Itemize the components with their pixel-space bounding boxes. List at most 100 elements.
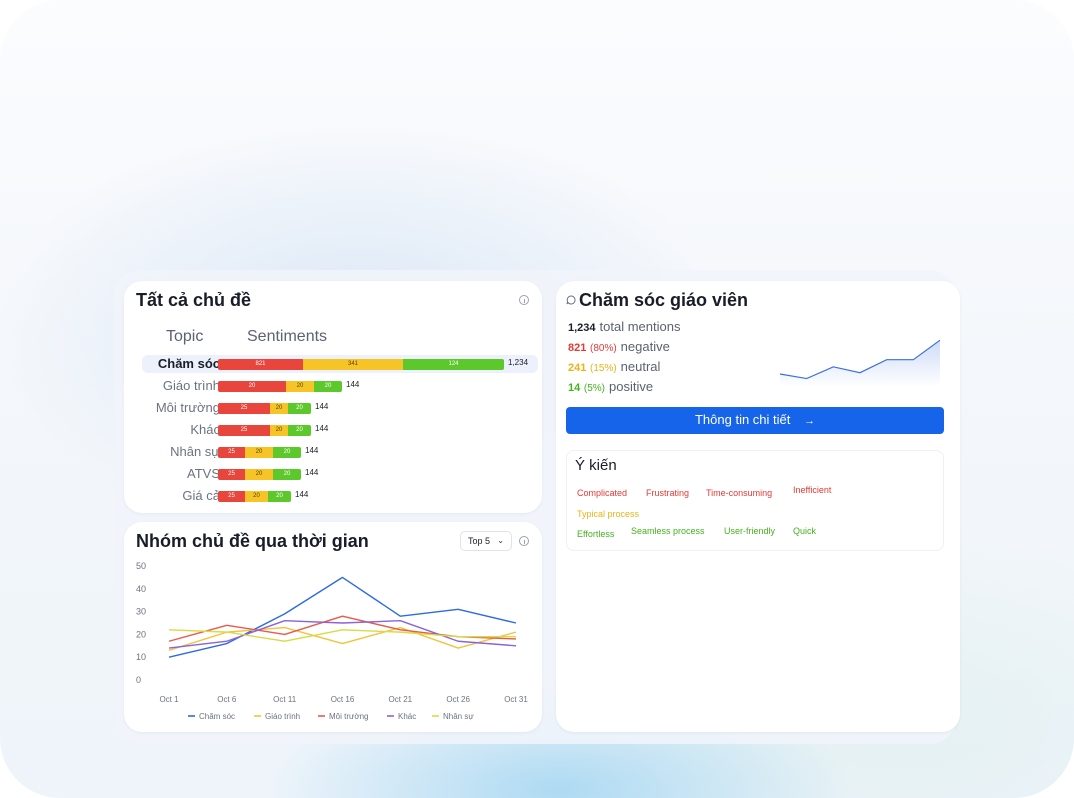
- total-mentions-value: 1,234: [568, 322, 596, 334]
- topic-total: 144: [305, 446, 319, 455]
- x-tick-label: Oct 26: [446, 695, 470, 704]
- y-tick-label: 40: [136, 584, 146, 594]
- mentions-sparkline: [779, 339, 941, 387]
- positive-value: 14: [568, 382, 581, 394]
- view-details-button[interactable]: Thông tin chi tiết →: [566, 407, 944, 434]
- x-tick-label: Oct 6: [217, 695, 237, 704]
- positive-percent: (5%): [583, 383, 605, 394]
- sentiment-segment-neutral: 341: [303, 359, 403, 370]
- topic-row[interactable]: ATVS 25 20 20 144: [142, 465, 538, 483]
- positive-stat: 14 (5%) positive: [568, 379, 653, 394]
- info-icon[interactable]: [519, 295, 529, 305]
- series-line-0: [168, 576, 517, 658]
- series-line-2: [168, 615, 517, 642]
- trend-card: Nhóm chủ đề qua thời gian Top 5 ⌄ 0 10 20 3…: [124, 522, 542, 732]
- opinion-tag-negative[interactable]: Inefficient: [793, 485, 831, 495]
- topic-label: Môi trường: [155, 400, 220, 415]
- negative-stat: 821 (80%) negative: [568, 339, 670, 354]
- sentiment-segment-negative: 821: [218, 359, 303, 370]
- sentiment-segment-negative: 25: [218, 403, 270, 414]
- sentiment-bar: 25 20 20: [218, 491, 291, 502]
- legend-label[interactable]: Giáo trình: [265, 712, 300, 721]
- sparkline-area: [780, 340, 940, 387]
- topics-card-title: Tất cả chủ đề: [136, 290, 252, 310]
- trend-line-chart: 0 10 20 30 40 50 Oct 1 Oct 6 Oct 11 Oct 16 Oct 21 O…: [136, 561, 528, 721]
- neutral-label: neutral: [620, 359, 661, 374]
- opinion-tag-positive[interactable]: Quick: [793, 526, 816, 536]
- sentiment-segment-positive: 20: [288, 425, 311, 436]
- neutral-stat: 241 (15%) neutral: [568, 359, 660, 374]
- sentiment-bar: 821 341 124: [218, 359, 504, 370]
- topic-total: 144: [315, 402, 329, 411]
- topic-total: 144: [346, 380, 360, 389]
- x-tick-label: Oct 11: [273, 695, 297, 704]
- opinion-tag-positive[interactable]: Effortless: [577, 529, 614, 539]
- neutral-value: 241: [568, 362, 587, 374]
- x-tick-label: Oct 31: [504, 695, 528, 704]
- opinions-title: Ý kiến: [575, 457, 617, 474]
- sentiment-segment-positive: 20: [288, 403, 311, 414]
- sentiment-segment-negative: 20: [218, 381, 286, 392]
- opinion-tag-positive[interactable]: Seamless process: [631, 526, 705, 536]
- sentiment-segment-positive: 20: [314, 381, 342, 392]
- negative-value: 821: [568, 342, 587, 354]
- topic-row[interactable]: Khác 25 20 20 144: [142, 421, 538, 439]
- topic-total: 144: [305, 468, 319, 477]
- sentiment-segment-neutral: 20: [245, 469, 273, 480]
- view-details-label: Thông tin chi tiết: [694, 412, 791, 427]
- topic-row[interactable]: Nhân sự 25 20 20 144: [142, 443, 538, 461]
- topic-row[interactable]: Giá cả 25 20 20 144: [142, 487, 538, 505]
- sentiment-bar: 25 20 20: [218, 403, 311, 414]
- legend-label[interactable]: Chăm sóc: [199, 712, 235, 721]
- topic-total: 144: [295, 490, 309, 499]
- sentiment-bar: 20 20 20: [218, 381, 342, 392]
- topic-label: Chăm sóc: [157, 356, 220, 371]
- sentiment-bar: 25 20 20: [218, 469, 301, 480]
- sentiment-segment-neutral: 20: [270, 425, 288, 436]
- sentiment-segment-positive: 20: [268, 491, 291, 502]
- opinion-tag-negative[interactable]: Time-consuming: [706, 488, 772, 498]
- opinion-tag-negative[interactable]: Complicated: [577, 488, 627, 498]
- x-tick-label: Oct 1: [159, 695, 179, 704]
- topic-label: Nhân sự: [170, 444, 220, 459]
- sentiment-bar: 25 20 20: [218, 447, 301, 458]
- total-mentions-label: total mentions: [599, 319, 681, 334]
- topic-label: Khác: [190, 422, 220, 437]
- sentiment-segment-neutral: 20: [286, 381, 314, 392]
- sentiment-segment-neutral: 20: [245, 447, 273, 458]
- column-header-sentiments: Sentiments: [247, 328, 328, 345]
- topic-row[interactable]: Giáo trình 20 20 20 144: [142, 377, 538, 395]
- sentiment-segment-negative: 25: [218, 447, 245, 458]
- sentiment-bar: 25 20 20: [218, 425, 311, 436]
- sentiment-segment-negative: 25: [218, 425, 270, 436]
- topic-label: ATVS: [187, 466, 220, 481]
- legend-label[interactable]: Nhân sự: [443, 712, 474, 721]
- negative-label: negative: [620, 339, 670, 354]
- legend-label[interactable]: Khác: [398, 712, 416, 721]
- opinion-tag-neutral[interactable]: Typical process: [577, 509, 639, 519]
- neutral-percent: (15%): [589, 363, 617, 374]
- arrow-right-icon: →: [804, 415, 815, 427]
- column-header-topic: Topic: [166, 328, 204, 345]
- sentiment-segment-negative: 25: [218, 491, 245, 502]
- legend-label[interactable]: Môi trường: [329, 712, 369, 721]
- y-tick-label: 50: [136, 561, 146, 571]
- detail-card-title: Chăm sóc giáo viên: [579, 290, 749, 310]
- sentiment-segment-positive: 20: [273, 469, 301, 480]
- topic-total: 144: [315, 424, 329, 433]
- topic-row[interactable]: Chăm sóc 821 341 124 1,234: [142, 355, 538, 373]
- sentiment-segment-negative: 25: [218, 469, 245, 480]
- opinion-tag-negative[interactable]: Frustrating: [646, 488, 689, 498]
- y-tick-label: 30: [136, 607, 146, 617]
- y-tick-label: 10: [136, 652, 146, 662]
- detail-card: Chăm sóc giáo viên 1,234 total mentions 8…: [556, 281, 960, 732]
- opinion-tag-positive[interactable]: User-friendly: [724, 526, 775, 536]
- chat-bubble-icon: [566, 295, 576, 305]
- topic-row[interactable]: Môi trường 25 20 20 144: [142, 399, 538, 417]
- sentiment-segment-neutral: 20: [245, 491, 268, 502]
- y-tick-label: 20: [136, 629, 146, 639]
- topics-card: Tất cả chủ đề Topic Sentiments Chăm sóc 8…: [124, 281, 542, 513]
- negative-percent: (80%): [589, 343, 617, 354]
- topic-label: Giá cả: [182, 488, 220, 503]
- series-line-4: [168, 629, 516, 642]
